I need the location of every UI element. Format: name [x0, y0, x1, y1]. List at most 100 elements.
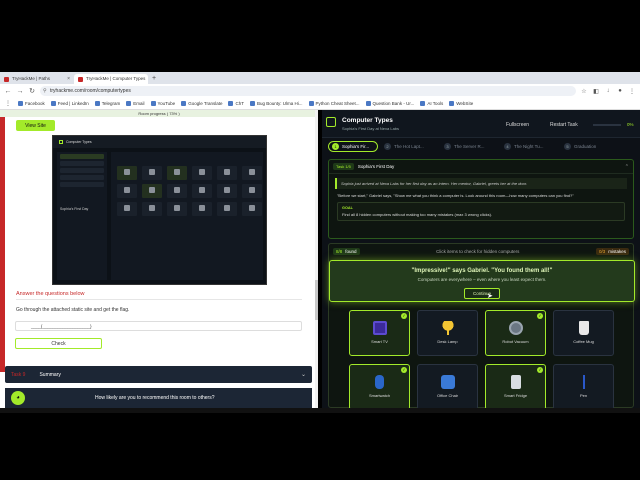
- tab-computer-types[interactable]: TryHackMe | Computer Types×: [74, 74, 148, 84]
- bookmark-item[interactable]: Feed | LinkedIn: [50, 101, 89, 106]
- preview-sidebar-item: [60, 182, 104, 187]
- preview-item: [192, 202, 212, 216]
- scrollbar-thumb[interactable]: [315, 280, 318, 320]
- download-icon[interactable]: ↓: [604, 88, 612, 94]
- preview-sidebar: Sophia's First Day: [57, 152, 107, 280]
- bookmark-item[interactable]: Google Translate: [181, 101, 222, 106]
- chevron-up-icon[interactable]: ⌃: [625, 164, 629, 170]
- bookmark-item[interactable]: Email: [126, 101, 145, 106]
- bookmark-item[interactable]: Telegram: [94, 101, 120, 106]
- preview-sidebar-item: [60, 154, 104, 159]
- preview-subtitle: Sophia's First Day: [60, 207, 89, 211]
- story-text: Sophia just arrived at Nexa Labs for her…: [335, 178, 627, 189]
- site-header: Computer Types Sophia's First Day at Nex…: [322, 110, 640, 138]
- divider: [16, 299, 302, 300]
- extensions-icon[interactable]: ◧: [592, 88, 600, 95]
- area-header: 8/8 found Click items to check for hidden…: [329, 244, 633, 258]
- item-smart-tv[interactable]: ✓ Smart TV: [349, 310, 410, 356]
- tab-paths[interactable]: TryHackMe | Paths ×: [0, 74, 74, 84]
- mug-icon: [578, 321, 589, 335]
- bookmark-item[interactable]: YouTube: [150, 101, 175, 106]
- step-4[interactable]: 4 The Night Tu...: [504, 143, 558, 150]
- bookmark-favicon-icon: [249, 101, 255, 106]
- item-smartwatch[interactable]: ✓ Smartwatch: [349, 364, 410, 408]
- forward-icon[interactable]: →: [16, 88, 24, 95]
- menu-icon[interactable]: ⋮: [628, 88, 636, 95]
- bookmark-item[interactable]: ChT: [228, 101, 244, 106]
- preview-item: [142, 184, 162, 198]
- bookmark-favicon-icon: [420, 101, 426, 106]
- scrollbar[interactable]: [315, 110, 318, 408]
- check-icon: ✓: [401, 313, 407, 319]
- item-desk-lamp[interactable]: Desk Lamp: [417, 310, 478, 356]
- item-pen[interactable]: Pen: [553, 364, 614, 408]
- found-counter: 8/8 found: [333, 247, 360, 255]
- bookmark-favicon-icon: [150, 101, 156, 106]
- view-site-button[interactable]: View Site: [16, 120, 55, 131]
- preview-main: [111, 152, 263, 280]
- bookmarks-bar: ⋮ Facebook Feed | LinkedIn Telegram Emai…: [0, 98, 640, 110]
- preview-logo-icon: [59, 140, 63, 144]
- tab-title: TryHackMe | Paths: [12, 76, 51, 81]
- fridge-icon: [510, 375, 521, 389]
- new-tab-button[interactable]: +: [148, 74, 160, 84]
- step-2[interactable]: 2 The Hot Lapt...: [384, 143, 438, 150]
- popup-title: "Impressive!" says Gabriel. "You found t…: [411, 268, 553, 274]
- static-site-preview: Computer Types Sophia's First Day: [52, 135, 267, 285]
- apps-icon[interactable]: ⋮: [4, 100, 12, 107]
- back-icon[interactable]: ←: [4, 88, 12, 95]
- fullscreen-button[interactable]: Fullscreen: [506, 122, 529, 128]
- monitor-logo-icon: [326, 117, 336, 127]
- site-title: Computer Types: [342, 117, 393, 124]
- site-subtitle: Sophia's First Day at Nexa Labs: [342, 126, 400, 131]
- answer-heading: Answer the questions below: [16, 291, 85, 297]
- bookmark-star-icon[interactable]: ☆: [580, 88, 588, 95]
- bookmark-favicon-icon: [228, 101, 234, 106]
- preview-item-grid: [117, 166, 262, 216]
- task-number: Task 9: [11, 371, 26, 378]
- restart-task-button[interactable]: Restart Task: [550, 122, 578, 128]
- step-1[interactable]: 1 Sophia's Fir...: [328, 141, 378, 152]
- goal-text: Find all 8 hidden computers without maki…: [342, 212, 493, 217]
- bookmark-item[interactable]: Python Cheat Sheet...: [308, 101, 360, 106]
- address-bar[interactable]: ⚲ tryhackme.com/room/computertypes: [40, 86, 576, 96]
- item-office-chair[interactable]: Office Chair: [417, 364, 478, 408]
- preview-item: [242, 166, 262, 180]
- continue-button[interactable]: Continue: [463, 288, 500, 299]
- item-robot-vacuum[interactable]: ✓ Robot Vacuum: [485, 310, 546, 356]
- answer-input[interactable]: ____{___________________}: [15, 321, 302, 331]
- task-card-header[interactable]: Task 1/5 Sophia's First Day ⌃: [329, 160, 633, 174]
- step-5[interactable]: 5 Graduation: [564, 143, 618, 150]
- task-card-title: Sophia's First Day: [357, 164, 395, 169]
- task-card: Task 1/5 Sophia's First Day ⌃ Sophia jus…: [328, 159, 634, 239]
- preview-item: [167, 202, 187, 216]
- url-text: tryhackme.com/room/computertypes: [50, 88, 131, 94]
- feedback-text: How likely are you to recommend this roo…: [95, 395, 215, 401]
- reload-icon[interactable]: ↻: [28, 87, 36, 95]
- tv-icon: [372, 321, 387, 335]
- static-site-pane: Computer Types Sophia's First Day at Nex…: [322, 110, 640, 408]
- chair-icon: [440, 375, 455, 389]
- step-3[interactable]: 3 The Server R...: [444, 143, 498, 150]
- bookmark-item[interactable]: Bug Bounty: Ulma Hi...: [249, 101, 303, 106]
- task-9-header[interactable]: Task 9 Summary ⌄: [5, 366, 312, 383]
- item-coffee-mug[interactable]: Coffee Mug: [553, 310, 614, 356]
- tab-title: TryHackMe | Computer Types: [86, 76, 146, 81]
- chevron-down-icon: ⌄: [300, 372, 306, 378]
- site-info-icon[interactable]: ⚲: [43, 86, 47, 96]
- check-button[interactable]: Check: [15, 338, 102, 349]
- preview-item: [217, 202, 237, 216]
- status-bar: [0, 408, 640, 413]
- bookmark-item[interactable]: AI Tools: [420, 101, 443, 106]
- bookmark-item[interactable]: Facebook: [18, 101, 45, 106]
- bookmark-item[interactable]: Question Bank - Ur...: [365, 101, 414, 106]
- item-smart-fridge[interactable]: ✓ Smart Fridge: [485, 364, 546, 408]
- preview-item: [117, 184, 137, 198]
- bookmark-item[interactable]: WebSite: [449, 101, 473, 106]
- tryhackme-mascot-icon: ◕: [11, 391, 25, 405]
- profile-icon[interactable]: ●: [616, 88, 624, 94]
- preview-item: [217, 166, 237, 180]
- tryhackme-favicon-icon: [4, 76, 9, 82]
- close-icon[interactable]: ×: [67, 74, 70, 84]
- check-icon: ✓: [537, 367, 543, 373]
